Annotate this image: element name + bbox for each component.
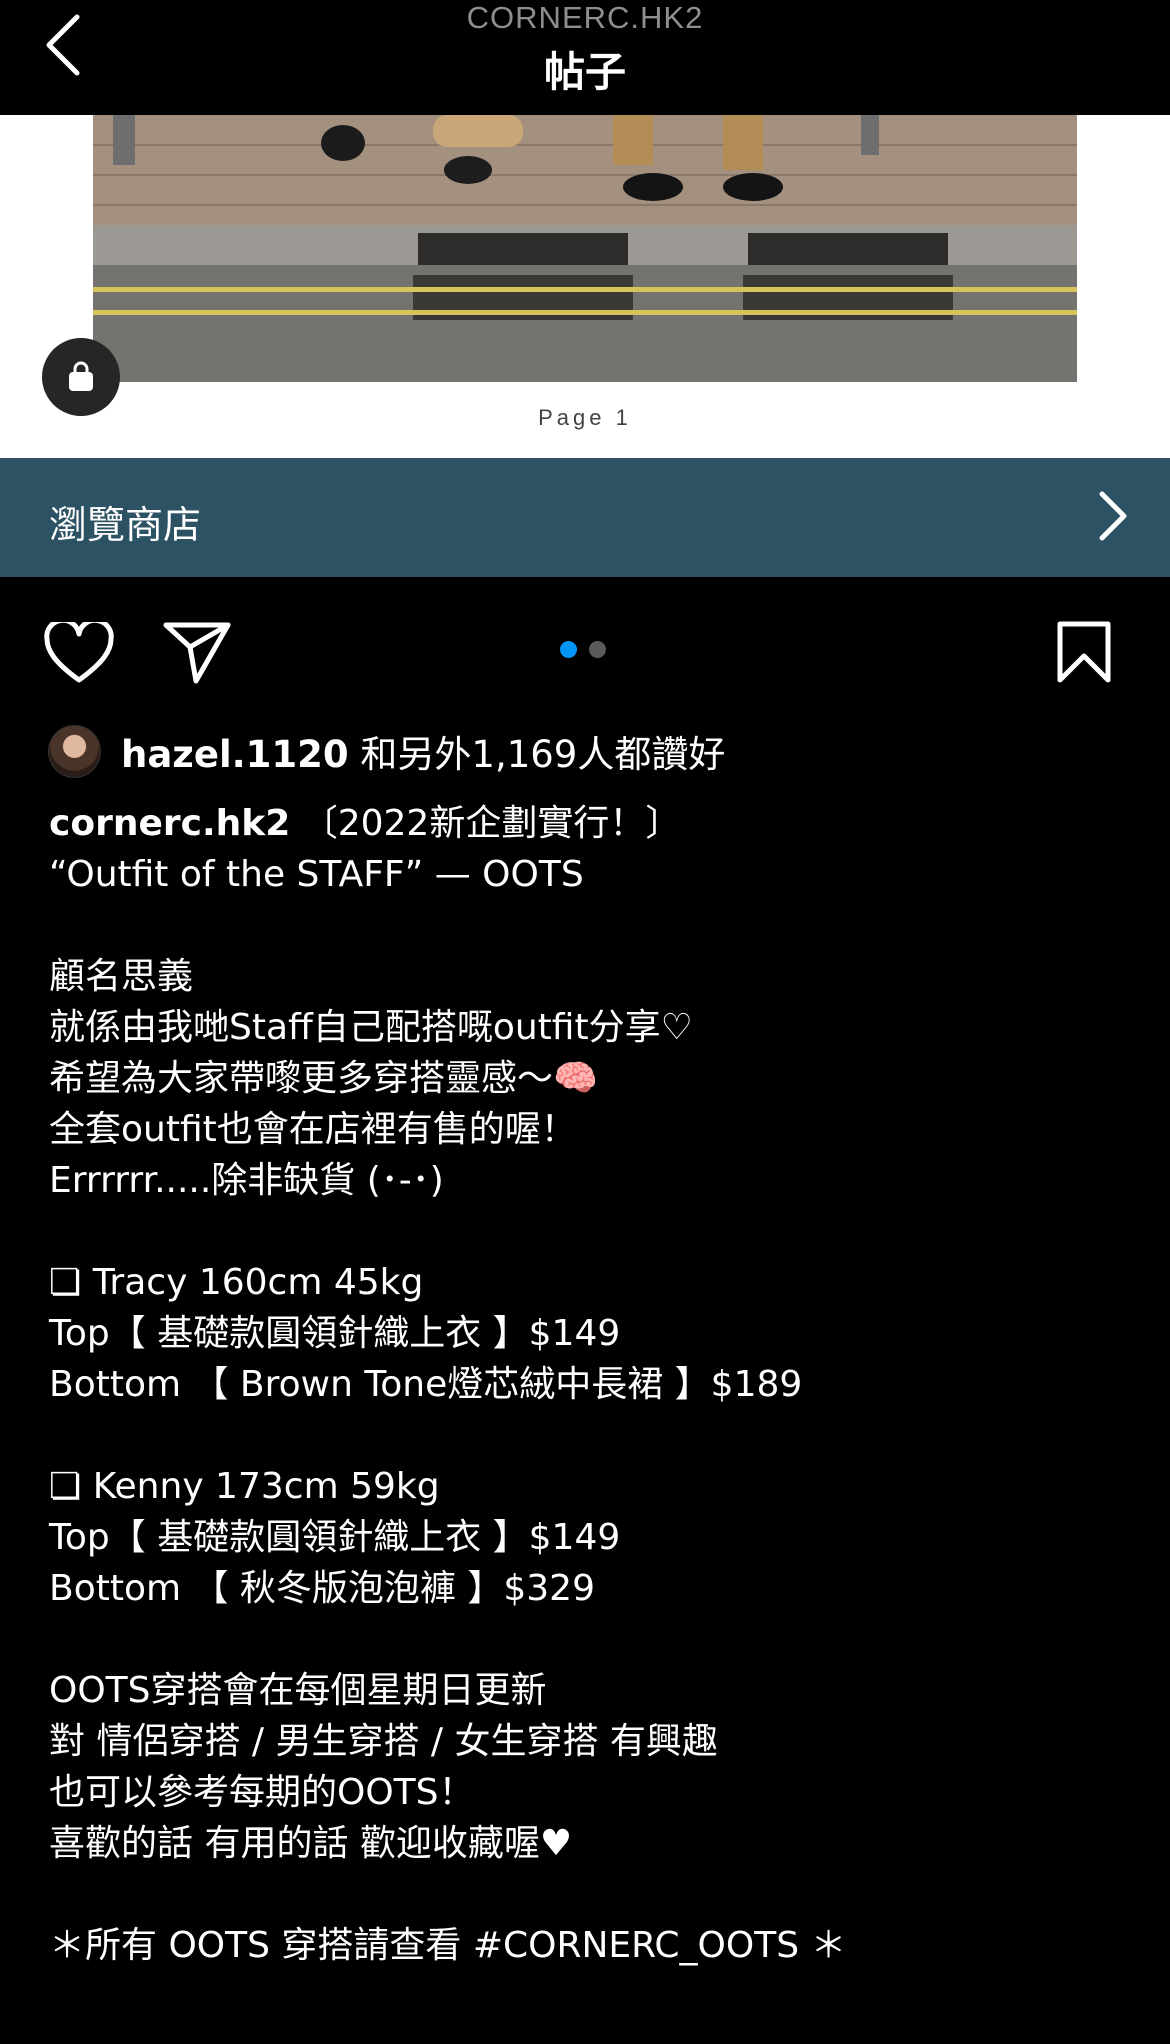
chevron-right-icon [1099,491,1127,541]
caption-line: Errrrrr.....除非缺貨 (･-･) [49,1160,444,1201]
caption-line: Top【 基礎款圓領針織上衣 】$149 [49,1313,621,1354]
account-name: CORNERC.HK2 [466,0,704,35]
post-screen: CORNERC.HK2 帖子 Page 1 瀏覽商店 hazel.1120 和另… [0,0,1170,2044]
caption-line: 也可以參考每期的OOTS！ [49,1772,475,1813]
top-nav-bar: CORNERC.HK2 帖子 [0,0,1170,115]
caption-line: Bottom 【 Brown Tone燈芯絨中長裙 】$189 [49,1364,803,1405]
caption-line [49,1869,1139,1920]
shopping-bag-icon [69,361,93,391]
caption-line: Bottom 【 秋冬版泡泡褲 】$329 [49,1568,595,1609]
caption-username[interactable]: cornerc.hk2 [49,803,290,844]
post-caption: cornerc.hk2 〔2022新企劃實行！〕 “Outfit of the … [49,798,1139,1971]
caption-line: OOTS穿搭會在每個星期日更新 [49,1670,547,1711]
likes-count-text: 和另外1,169人都讚好 [360,733,726,776]
photo-page-caption: Page 1 [538,405,632,430]
caption-line [49,1614,1139,1665]
caption-hashtag-line[interactable]: ＊所有 OOTS 穿搭請查看 #CORNERC_OOTS ＊ [49,1920,1139,1971]
send-icon [163,622,231,684]
carousel-dot [589,641,606,658]
post-media[interactable]: Page 1 [0,115,1170,458]
view-shop-banner[interactable]: 瀏覽商店 [0,458,1170,577]
shopping-bag-button[interactable] [42,338,120,416]
carousel-indicator [560,641,606,658]
caption-line: “Outfit of the STAFF” — OOTS [49,854,584,895]
carousel-dot-active [560,641,577,658]
caption-line: 顧名思義 [49,956,194,997]
share-button[interactable] [160,615,234,689]
caption-line: 對 情侶穿搭 / 男生穿搭 / 女生穿搭 有興趣 [49,1721,718,1762]
liker-avatar[interactable] [48,724,101,778]
caption-line [49,1410,1139,1461]
caption-line: cornerc.hk2 〔2022新企劃實行！〕 [49,803,682,844]
caption-line: 喜歡的話 有用的話 歡迎收藏喔♥ [49,1823,573,1864]
likes-row[interactable]: hazel.1120 和另外1,169人都讚好 [48,724,725,778]
post-photo [93,115,1077,382]
caption-line: ❏ Kenny 173cm 59kg [49,1466,440,1507]
caption-line: ❏ Tracy 160cm 45kg [49,1262,424,1303]
likes-summary: hazel.1120 和另外1,169人都讚好 [121,724,725,778]
heart-icon [44,622,114,683]
save-button[interactable] [1048,615,1120,689]
view-shop-label: 瀏覽商店 [49,503,202,547]
caption-line: Top【 基礎款圓領針織上衣 】$149 [49,1517,621,1558]
caption-line [49,1206,1139,1257]
page-title: 帖子 [544,48,626,96]
caption-line: 就係由我哋Staff自己配搭嘅outfit分享♡ [49,1007,693,1048]
caption-line: 全套outfit也會在店裡有售的喔！ [49,1109,577,1150]
bookmark-icon [1057,621,1111,683]
post-action-bar [0,577,1170,717]
caption-line: 希望為大家帶嚟更多穿搭靈感～🧠 [49,1058,598,1099]
like-button[interactable] [40,617,118,689]
caption-line [49,900,1139,951]
liker-username[interactable]: hazel.1120 [121,733,349,776]
